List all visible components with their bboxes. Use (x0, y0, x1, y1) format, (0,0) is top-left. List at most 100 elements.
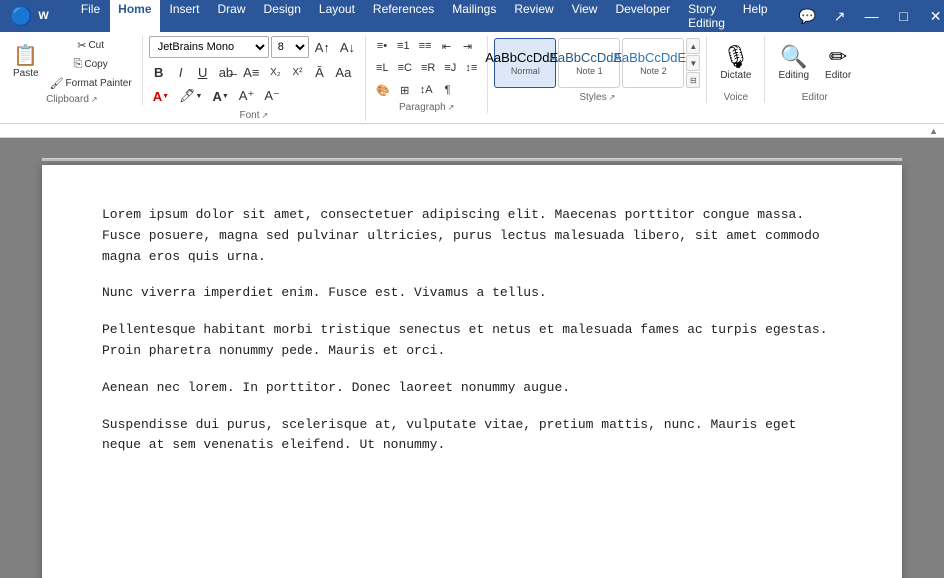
menu-home[interactable]: Home (110, 0, 159, 34)
bullets-button[interactable]: ≡• (372, 36, 392, 56)
share-icon[interactable]: ↗ (828, 4, 852, 28)
font-shrink-button[interactable]: A⁻ (260, 86, 284, 106)
gallery-scroll-down[interactable]: ▼ (686, 55, 700, 71)
cut-button[interactable]: ✂ Cut (46, 36, 136, 54)
ruler: /* generated in CSS */ (42, 158, 902, 161)
font-size-increase-button[interactable]: A↑ (311, 37, 334, 57)
font-expand-icon[interactable]: ↗ (262, 111, 269, 120)
menu-view[interactable]: View (564, 0, 606, 34)
menu-references[interactable]: References (365, 0, 442, 34)
strikethrough-button[interactable]: ab̶ (215, 62, 237, 82)
comments-icon[interactable]: 💬 (796, 4, 820, 28)
ribbon-collapse-bar: ▲ (0, 124, 944, 138)
menu-layout[interactable]: Layout (311, 0, 363, 34)
clipboard-expand-icon[interactable]: ↗ (91, 95, 98, 104)
copy-label: Copy (84, 59, 107, 70)
numbering-button[interactable]: ≡1 (393, 36, 414, 56)
editor-label: Editor (825, 70, 851, 81)
paste-button[interactable]: 📋 Paste (8, 36, 44, 90)
style-normal-label: Normal (511, 66, 540, 76)
style-note2[interactable]: AaBbCcDdEe Note 2 (622, 38, 684, 88)
menu-help[interactable]: Help (735, 0, 776, 34)
style-normal[interactable]: AaBbCcDdEe Normal (494, 38, 556, 88)
underline-button[interactable]: U (193, 62, 213, 82)
italic-button[interactable]: I (171, 62, 191, 82)
format-painter-button[interactable]: 🖌 Format Painter (46, 74, 136, 92)
multilevel-list-button[interactable]: ≡≡ (415, 36, 436, 56)
gallery-expand[interactable]: ⊟ (686, 72, 700, 88)
paragraph-3: Pellentesque habitant morbi tristique se… (102, 320, 842, 362)
editor-button[interactable]: ✏ Editor (818, 36, 858, 90)
voice-group: 🎙 Dictate Voice (711, 36, 765, 103)
style-note1-label: Note 1 (576, 66, 603, 76)
borders-button[interactable]: ⊞ (395, 80, 415, 100)
text-color-button[interactable]: A▼ (208, 86, 232, 106)
menu-design[interactable]: Design (256, 0, 309, 34)
show-formatting-button[interactable]: ¶ (438, 80, 458, 100)
menu-insert[interactable]: Insert (162, 0, 208, 34)
sort-button[interactable]: ↕A (416, 80, 437, 100)
paste-label: Paste (13, 68, 39, 80)
menu-file[interactable]: File (73, 0, 108, 34)
style-note2-preview: AaBbCcDdEe (613, 50, 693, 65)
paragraph-2: Nunc viverra imperdiet enim. Fusce est. … (102, 283, 842, 304)
justify-button[interactable]: ≡J (440, 58, 460, 78)
voice-label: Voice (724, 92, 748, 103)
maximize-icon[interactable]: □ (892, 4, 916, 28)
document-area: /* generated in CSS */ Lorem ipsum dolor… (0, 138, 944, 578)
styles-gallery: AaBbCcDdEe Normal AaBbCcDdEe Note 1 AaBb… (494, 36, 684, 90)
clear-format-button[interactable]: Ā (309, 62, 329, 82)
dictate-label: Dictate (720, 70, 751, 81)
cut-label: Cut (88, 40, 104, 51)
minimize-icon[interactable]: — (860, 4, 884, 28)
font-size-select[interactable]: 8 (271, 36, 309, 58)
format-painter-icon: 🖌 (50, 77, 64, 90)
word-icon: 🔵 (10, 6, 32, 27)
app-title: W (38, 10, 48, 22)
align-left-button[interactable]: ≡L (372, 58, 393, 78)
menu-mailings[interactable]: Mailings (444, 0, 504, 34)
paragraph-5: Suspendisse dui purus, scelerisque at, v… (102, 415, 842, 457)
font-group: JetBrains Mono 8 A↑ A↓ B I U ab̶ (147, 36, 366, 121)
style-note1[interactable]: AaBbCcDdEe Note 1 (558, 38, 620, 88)
align-center-button[interactable]: ≡C (394, 58, 416, 78)
subscript-button[interactable]: X₂ (265, 62, 285, 82)
style-note2-label: Note 2 (640, 66, 667, 76)
menu-review[interactable]: Review (506, 0, 561, 34)
copy-button[interactable]: ⎘ Copy (46, 55, 136, 73)
decrease-indent-button[interactable]: ⇤ (436, 36, 456, 56)
dictate-button[interactable]: 🎙 Dictate (713, 36, 758, 90)
collapse-ribbon-button[interactable]: ▲ (929, 126, 938, 136)
styles-label: Styles (579, 92, 606, 103)
editing-label: Editing (778, 70, 809, 81)
font-size-decrease-button[interactable]: A↓ (336, 37, 359, 57)
text-effects-button[interactable]: A≡ (239, 62, 263, 82)
shading-button[interactable]: 🎨 (372, 80, 394, 100)
menu-developer[interactable]: Developer (607, 0, 678, 34)
paragraph-1: Lorem ipsum dolor sit amet, consectetuer… (102, 205, 842, 267)
paragraph-group: ≡• ≡1 ≡≡ ⇤ ⇥ ≡L ≡C ≡R ≡J ↕≡ (370, 36, 488, 113)
editor-icon: ✏ (829, 46, 847, 68)
font-grow-button[interactable]: A⁺ (235, 86, 259, 106)
clipboard-group: 📋 Paste ✂ Cut ⎘ Copy (6, 36, 143, 105)
menu-draw[interactable]: Draw (210, 0, 254, 34)
ribbon: 📋 Paste ✂ Cut ⎘ Copy (0, 32, 944, 124)
increase-indent-button[interactable]: ⇥ (457, 36, 477, 56)
font-name-select[interactable]: JetBrains Mono (149, 36, 269, 58)
align-right-button[interactable]: ≡R (417, 58, 439, 78)
gallery-scroll-up[interactable]: ▲ (686, 38, 700, 54)
bold-button[interactable]: B (149, 62, 169, 82)
editor-group: 🔍 Editing ✏ Editor Editor (769, 36, 864, 103)
paragraph-expand-icon[interactable]: ↗ (448, 103, 455, 112)
menu-bar: File Home Insert Draw Design Layout Refe… (73, 0, 776, 34)
line-spacing-button[interactable]: ↕≡ (461, 58, 481, 78)
editing-button[interactable]: 🔍 Editing (771, 36, 816, 90)
font-color-button[interactable]: A▼ (149, 86, 173, 106)
change-case-button[interactable]: Aa (331, 62, 355, 82)
close-icon[interactable]: ✕ (924, 4, 944, 28)
highlight-color-button[interactable]: 🖊▼ (175, 86, 206, 106)
font-label: Font (240, 110, 260, 121)
menu-storyediting[interactable]: Story Editing (680, 0, 733, 34)
superscript-button[interactable]: X² (287, 62, 307, 82)
styles-expand-icon[interactable]: ↗ (609, 93, 616, 102)
